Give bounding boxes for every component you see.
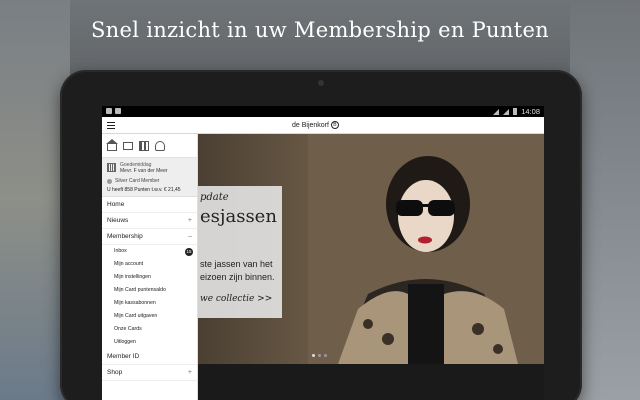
promo-overline: pdate bbox=[200, 192, 229, 203]
image-icon bbox=[115, 108, 121, 114]
camera-icon bbox=[318, 80, 324, 86]
signal-icon bbox=[493, 108, 500, 115]
wifi-icon bbox=[503, 108, 510, 115]
tablet-screen: 14:08 de Bijenkorf B pdate esjassen ste … bbox=[102, 106, 544, 400]
submenu-item-label: Uitloggen bbox=[114, 339, 136, 345]
points-summary: U heeft 858 Punten t.w.v. € 21,45 bbox=[107, 187, 181, 193]
battery-icon bbox=[513, 108, 518, 115]
submenu-item-logout[interactable]: Uitloggen bbox=[102, 336, 197, 349]
status-bar: 14:08 bbox=[102, 106, 544, 117]
submenu-item-label: Mijn account bbox=[114, 261, 144, 267]
app-bar: de Bijenkorf B bbox=[102, 117, 544, 134]
promo-body: ste jassen van het eizoen zijn binnen. bbox=[200, 258, 275, 284]
menu-item-label: Home bbox=[107, 201, 125, 208]
menu-item-label: Shop bbox=[107, 369, 123, 376]
promo-headline: Snel inzicht in uw Membership en Punten bbox=[90, 18, 550, 42]
card-level-label: Silver Card Member bbox=[115, 178, 160, 184]
brand-mark-icon: B bbox=[330, 121, 339, 129]
promo-card[interactable]: pdate esjassen ste jassen van het eizoen… bbox=[198, 186, 282, 318]
promo-title: esjassen bbox=[200, 206, 277, 227]
card-icon[interactable] bbox=[123, 141, 133, 150]
model-photo bbox=[308, 134, 544, 364]
member-panel: Goedemiddag Mevr. F van der Meer Silver … bbox=[102, 158, 197, 197]
promo-body-line2: eizoen zijn binnen. bbox=[200, 272, 275, 282]
drawer-shortcuts bbox=[102, 134, 197, 158]
home-icon[interactable] bbox=[106, 138, 118, 151]
submenu-item-points-balance[interactable]: Mijn Card puntensaldo bbox=[102, 284, 197, 297]
brand-name: de Bijenkorf bbox=[292, 121, 329, 129]
brand-logo[interactable]: de Bijenkorf B bbox=[292, 121, 339, 129]
menu-item-member-id[interactable]: Member ID bbox=[102, 349, 197, 365]
pager-dot[interactable] bbox=[324, 354, 327, 357]
menu-item-label: Membership bbox=[107, 233, 143, 240]
menu-item-membership[interactable]: Membership – bbox=[102, 229, 197, 245]
notification-icon bbox=[106, 108, 112, 114]
collapse-icon[interactable]: – bbox=[188, 229, 192, 245]
hero-banner[interactable]: pdate esjassen ste jassen van het eizoen… bbox=[198, 134, 544, 364]
status-time: 14:08 bbox=[521, 107, 540, 116]
silver-dot-icon bbox=[107, 178, 112, 184]
user-icon[interactable] bbox=[155, 140, 165, 151]
inbox-count-badge: 15 bbox=[185, 248, 193, 256]
menu-icon[interactable] bbox=[107, 122, 115, 129]
submenu-item-inbox[interactable]: Inbox 15 bbox=[102, 245, 197, 258]
submenu-item-our-cards[interactable]: Onze Cards bbox=[102, 323, 197, 336]
submenu-item-label: Inbox bbox=[114, 248, 127, 254]
submenu-item-receipts[interactable]: Mijn kassabonnen bbox=[102, 297, 197, 310]
pager-dot[interactable] bbox=[318, 354, 321, 357]
menu-item-nieuws[interactable]: Nieuws + bbox=[102, 213, 197, 229]
status-right: 14:08 bbox=[493, 107, 540, 116]
card-level: Silver Card Member bbox=[107, 178, 192, 184]
submenu-item-account[interactable]: Mijn account bbox=[102, 258, 197, 271]
submenu-item-settings[interactable]: Mijn instellingen bbox=[102, 271, 197, 284]
menu-item-label: Member ID bbox=[107, 353, 140, 360]
menu-item-home[interactable]: Home bbox=[102, 197, 197, 213]
drawer-menu: Home Nieuws + Membership – Inbox 15 Mijn… bbox=[102, 197, 197, 381]
notification-icons bbox=[106, 108, 121, 114]
promo-body-line1: ste jassen van het bbox=[200, 259, 273, 269]
submenu-item-label: Mijn Card puntensaldo bbox=[114, 287, 166, 293]
submenu-item-label: Mijn instellingen bbox=[114, 274, 151, 280]
hero-bottom-strip bbox=[198, 364, 544, 400]
pager-dot[interactable] bbox=[312, 354, 315, 357]
promo-cta-link[interactable]: we collectie >> bbox=[200, 294, 272, 304]
submenu-item-label: Mijn Card uitgaven bbox=[114, 313, 158, 319]
submenu-item-card-spending[interactable]: Mijn Card uitgaven bbox=[102, 310, 197, 323]
qr-code-icon[interactable] bbox=[139, 140, 149, 151]
submenu-item-label: Onze Cards bbox=[114, 326, 142, 332]
expand-icon[interactable]: + bbox=[188, 365, 192, 381]
expand-icon[interactable]: + bbox=[188, 213, 192, 229]
menu-item-label: Nieuws bbox=[107, 217, 129, 224]
navigation-drawer: Goedemiddag Mevr. F van der Meer Silver … bbox=[102, 134, 198, 400]
barcode-icon[interactable] bbox=[107, 163, 116, 172]
member-name: Mevr. F van der Meer bbox=[120, 168, 168, 174]
carousel-pager bbox=[312, 354, 327, 357]
menu-item-shop[interactable]: Shop + bbox=[102, 365, 197, 381]
submenu-item-label: Mijn kassabonnen bbox=[114, 300, 156, 306]
